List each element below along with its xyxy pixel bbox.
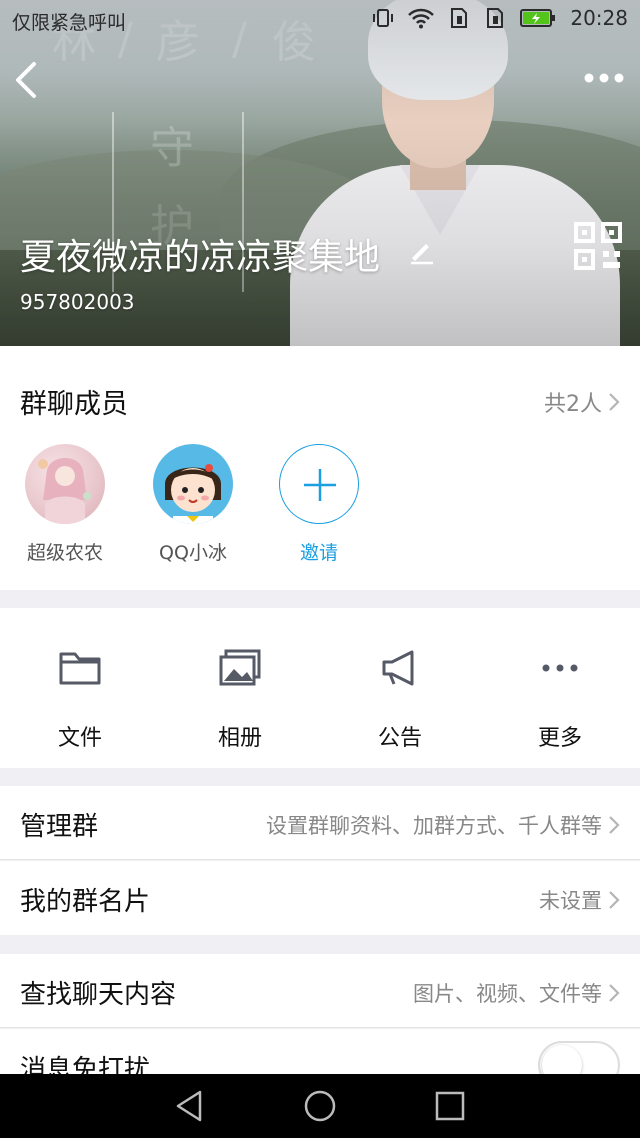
tool-label: 公告 <box>377 726 422 751</box>
tool-announcement[interactable]: 公告 <box>320 608 480 768</box>
battery-charging-icon <box>520 9 556 27</box>
tool-label: 更多 <box>537 726 582 751</box>
chevron-right-icon <box>609 891 620 909</box>
group-cover: 林 / 彦 / 俊 守 护 仅限紧急呼叫 <box>0 0 640 346</box>
chevron-right-icon <box>609 816 620 834</box>
row-value: 图片、视频、文件等 <box>413 982 602 1006</box>
group-card-row[interactable]: 我的群名片 未设置 <box>0 861 640 935</box>
members-count: 共2人 <box>544 392 602 417</box>
tool-label: 文件 <box>57 726 102 751</box>
row-label: 我的群名片 <box>20 887 151 917</box>
status-bar: 仅限紧急呼叫 20:28 <box>0 0 640 40</box>
sim-icon <box>451 8 468 28</box>
nav-recents-icon[interactable] <box>432 1088 468 1124</box>
search-chat-row[interactable]: 查找聊天内容 图片、视频、文件等 <box>0 954 640 1028</box>
tool-album[interactable]: 相册 <box>160 608 320 768</box>
wifi-icon <box>408 8 435 29</box>
anime-girl-avatar <box>25 444 105 524</box>
row-label: 管理群 <box>20 812 99 842</box>
qr-code-icon[interactable] <box>574 222 622 270</box>
back-arrow-icon[interactable] <box>8 58 48 102</box>
more-dots-icon <box>542 664 578 672</box>
group-name: 夏夜微凉的凉凉聚集地 <box>20 237 381 278</box>
chevron-right-icon <box>609 393 620 411</box>
row-value: 设置群聊资料、加群方式、千人群等 <box>266 814 602 838</box>
add-icon <box>279 444 359 524</box>
chevron-right-icon <box>609 984 620 1002</box>
row-label: 查找聊天内容 <box>20 980 177 1010</box>
system-nav-bar <box>0 1074 640 1138</box>
members-section: 群聊成员 共2人 超级农农 QQ小冰 邀请 <box>0 346 640 590</box>
invite-button[interactable]: 邀请 <box>264 444 374 565</box>
member-item[interactable]: QQ小冰 <box>138 444 248 565</box>
edit-pencil-icon[interactable] <box>406 236 436 268</box>
row-value: 未设置 <box>539 889 602 913</box>
clock: 20:28 <box>570 6 628 30</box>
member-name: 超级农农 <box>26 542 103 564</box>
tool-files[interactable]: 文件 <box>0 608 160 768</box>
more-options-icon[interactable] <box>582 66 626 90</box>
sim-icon <box>487 8 504 28</box>
nav-home-icon[interactable] <box>302 1088 338 1124</box>
members-title: 群聊成员 <box>20 389 128 420</box>
group-id: 957802003 <box>20 290 135 314</box>
emergency-call-text: 仅限紧急呼叫 <box>12 12 127 34</box>
nav-back-icon[interactable] <box>172 1088 208 1124</box>
tools-section: 文件 相册 公告 更多 <box>0 608 640 768</box>
manage-group-row[interactable]: 管理群 设置群聊资料、加群方式、千人群等 <box>0 786 640 860</box>
invite-label: 邀请 <box>299 542 338 564</box>
photo-album-icon <box>219 649 261 686</box>
tool-more[interactable]: 更多 <box>480 608 640 768</box>
member-item[interactable]: 超级农农 <box>10 444 120 565</box>
members-count-link[interactable]: 共2人 <box>544 386 620 418</box>
tool-label: 相册 <box>217 726 262 751</box>
megaphone-icon <box>382 650 414 686</box>
cartoon-girl-avatar <box>153 444 233 524</box>
vibrate-icon <box>373 9 394 27</box>
folder-icon <box>59 652 101 685</box>
member-name: QQ小冰 <box>159 542 227 564</box>
